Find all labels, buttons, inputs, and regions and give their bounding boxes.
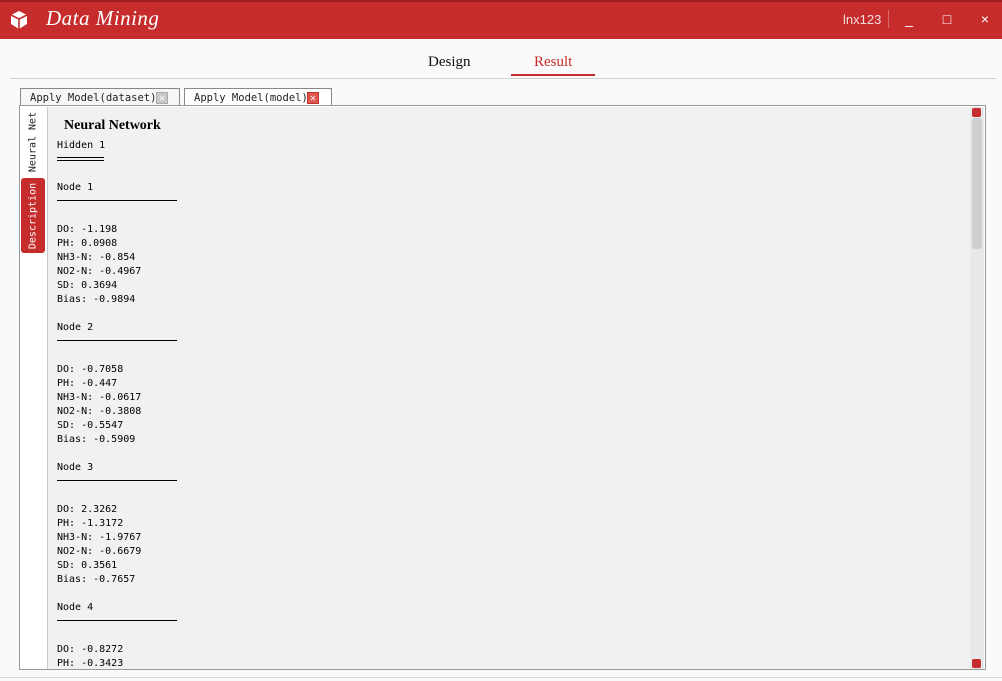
weight-line: NH3-N: -1.9767	[57, 532, 142, 543]
scroll-up-button[interactable]	[972, 108, 981, 117]
side-tabs: Neural Net Description	[20, 106, 46, 669]
cube-icon	[10, 11, 28, 29]
node-rule	[57, 340, 177, 341]
weight-line: DO: 2.3262	[57, 504, 118, 515]
weight-line: PH: -0.447	[57, 378, 118, 389]
app-title: Data Mining	[46, 6, 160, 30]
weight-line: PH: -0.3423	[57, 658, 124, 669]
node-rule	[57, 200, 177, 201]
weight-line: DO: -0.7058	[57, 364, 124, 375]
weight-line: PH: 0.0908	[57, 238, 118, 249]
side-tab-neural-net[interactable]: Neural Net	[21, 108, 45, 176]
output-title: Neural Network	[64, 118, 161, 133]
tabs-divider	[10, 78, 996, 79]
doc-tab-apply-model-dataset[interactable]: Apply Model(dataset) ✕	[20, 88, 180, 106]
tab-result[interactable]: Result	[534, 54, 572, 71]
weight-line: NH3-N: -0.0617	[57, 392, 142, 403]
bias-line: Bias: -0.9894	[57, 294, 136, 305]
active-tab-indicator	[511, 74, 595, 76]
maximize-button[interactable]: □	[935, 7, 959, 31]
hidden-layer-label: Hidden 1	[57, 140, 106, 151]
close-icon[interactable]: ✕	[307, 92, 319, 104]
weight-line: PH: -1.3172	[57, 518, 124, 529]
scroll-down-button[interactable]	[972, 659, 981, 668]
weight-line: DO: -1.198	[57, 224, 118, 235]
title-separator	[888, 10, 889, 28]
side-tab-description[interactable]: Description	[21, 178, 45, 253]
title-bar: Data Mining lnx123 _ □ ×	[0, 0, 1002, 39]
node-title: Node 1	[57, 182, 94, 193]
node-rule	[57, 620, 177, 621]
hidden-underline	[57, 157, 104, 158]
hidden-underline	[57, 160, 104, 161]
side-tab-label: Neural Net	[27, 111, 39, 173]
bias-line: Bias: -0.7657	[57, 574, 136, 585]
weight-line: SD: 0.3561	[57, 560, 118, 571]
minimize-button[interactable]: _	[897, 7, 921, 31]
model-output[interactable]: Neural Network Hidden 1 Node 1 DO: -1.19…	[47, 107, 970, 669]
node-title: Node 2	[57, 322, 94, 333]
close-icon[interactable]: ✕	[156, 92, 168, 104]
weight-line: DO: -0.8272	[57, 644, 124, 655]
weight-line: SD: 0.3694	[57, 280, 118, 291]
user-name[interactable]: lnx123	[843, 12, 881, 27]
weight-line: NO2-N: -0.3808	[57, 406, 142, 417]
close-button[interactable]: ×	[973, 7, 997, 31]
weight-line: NH3-N: -0.854	[57, 252, 136, 263]
weight-line: NO2-N: -0.4967	[57, 266, 142, 277]
bias-line: Bias: -0.5909	[57, 434, 136, 445]
doc-tab-apply-model-model[interactable]: Apply Model(model) ✕	[184, 88, 332, 106]
node-title: Node 4	[57, 602, 94, 613]
tab-design[interactable]: Design	[428, 54, 471, 71]
weight-line: NO2-N: -0.6679	[57, 546, 142, 557]
title-bar-top-edge	[0, 0, 1002, 2]
side-tab-label: Description	[27, 182, 39, 249]
window-bottom-edge	[0, 677, 1002, 678]
scrollbar-thumb[interactable]	[972, 118, 982, 249]
node-rule	[57, 480, 177, 481]
node-title: Node 3	[57, 462, 94, 473]
weight-line: SD: -0.5547	[57, 420, 124, 431]
